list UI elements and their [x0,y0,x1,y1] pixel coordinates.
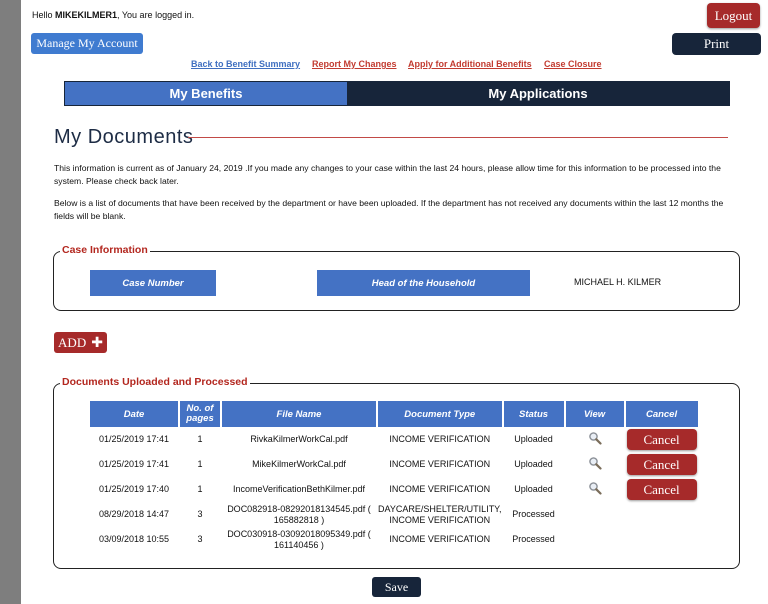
plus-icon: ✚ [91,334,103,351]
row-file-name: DOC030918-03092018095349.pdf ( 161140456… [227,528,371,550]
info-paragraph-currency: This information is current as of Januar… [54,163,721,186]
head-of-household-label: Head of the Household [317,270,530,296]
apply-additional-benefits-link[interactable]: Apply for Additional Benefits [408,59,532,69]
cancel-upload-button[interactable]: Cancel [626,479,697,500]
row-view-cell [566,477,624,502]
row-pages: 3 [197,509,203,519]
table-row: 08/29/2018 14:47 3 DOC082918-0829201813454… [90,502,698,527]
row-pages: 1 [197,434,203,444]
row-file-name: IncomeVerificationBethKilmer.pdf [232,484,366,494]
page-title: My Documents [54,126,194,148]
add-document-button[interactable]: ADD ✚ [54,332,107,353]
info-paragraph-documents: Below is a list of documents that have b… [54,198,724,221]
documents-table: Date No. of pages File Name Document Typ… [88,401,700,552]
main-tabs: My Benefits My Applications [64,81,730,106]
row-document-type: DAYCARE/SHELTER/UTILITY, INCOME VERIFICA… [378,503,502,525]
row-file-name: DOC082918-08292018134545.pdf ( 165882818… [227,503,371,525]
column-header-file-name: File Name [222,401,376,427]
row-file-name: MikeKilmerWorkCal.pdf [252,459,346,469]
back-to-benefit-summary-link[interactable]: Back to Benefit Summary [191,59,300,69]
row-view-cell [566,452,624,477]
case-information-legend: Case Information [60,244,150,256]
cancel-upload-button[interactable]: Cancel [626,454,697,475]
row-date: 01/25/2019 17:41 [98,459,170,469]
login-greeting: Hello MIKEKILMER1, You are logged in. [32,10,195,20]
row-cancel-cell [626,502,698,527]
table-row: 03/09/2018 10:55 3 DOC030918-0309201809534… [90,527,698,552]
row-document-type: INCOME VERIFICATION [389,534,491,544]
username: MIKEKILMER1 [55,10,118,20]
logout-button[interactable]: Logout [707,3,760,28]
magnifier-view-icon[interactable] [588,481,602,495]
row-document-type: INCOME VERIFICATION [389,434,491,444]
row-pages: 1 [197,459,203,469]
row-cancel-cell: Cancel [626,477,698,502]
case-closure-link[interactable]: Case Closure [544,59,602,69]
column-header-status: Status [503,401,564,427]
row-view-cell [566,427,624,452]
manage-account-button[interactable]: Manage My Account [31,33,143,54]
tab-my-benefits[interactable]: My Benefits [65,82,347,105]
case-number-label: Case Number [90,270,216,296]
row-view-cell [566,502,624,527]
title-divider [188,137,728,138]
row-pages: 3 [197,534,203,544]
row-cancel-cell: Cancel [626,452,698,477]
magnifier-view-icon[interactable] [588,456,602,470]
table-row: 01/25/2019 17:40 1 IncomeVerificationBethK… [90,477,698,502]
row-document-type: INCOME VERIFICATION [389,484,491,494]
left-sidebar-strip [0,0,21,604]
cancel-upload-button[interactable]: Cancel [626,429,697,450]
row-status: Uploaded [514,434,553,444]
column-header-pages: No. of pages [180,401,220,427]
column-header-view: View [565,401,624,427]
row-status: Uploaded [514,459,553,469]
column-header-date: Date [90,401,178,427]
row-date: 01/25/2019 17:41 [98,434,170,444]
column-header-document-type: Document Type [378,401,502,427]
row-document-type: INCOME VERIFICATION [389,459,491,469]
table-header-row: Date No. of pages File Name Document Typ… [90,401,698,427]
table-row: 01/25/2019 17:41 1 RivkaKilmerWorkCal.pdf I… [90,427,698,452]
report-my-changes-link[interactable]: Report My Changes [312,59,397,69]
row-status: Processed [512,509,555,519]
row-date: 08/29/2018 14:47 [98,509,170,519]
column-header-cancel: Cancel [625,401,698,427]
row-date: 01/25/2019 17:40 [98,484,170,494]
row-date: 03/09/2018 10:55 [98,534,170,544]
row-cancel-cell: Cancel [626,427,698,452]
documents-legend: Documents Uploaded and Processed [60,376,250,388]
row-pages: 1 [197,484,203,494]
row-file-name: RivkaKilmerWorkCal.pdf [250,434,348,444]
save-button[interactable]: Save [372,577,421,597]
table-row: 01/25/2019 17:41 1 MikeKilmerWorkCal.pdf IN… [90,452,698,477]
row-status: Uploaded [514,484,553,494]
magnifier-view-icon[interactable] [588,431,602,445]
row-cancel-cell [626,527,698,552]
head-of-household-value: MICHAEL H. KILMER [574,277,662,287]
row-status: Processed [512,534,555,544]
tab-my-applications[interactable]: My Applications [347,82,729,105]
row-view-cell [566,527,624,552]
print-button[interactable]: Print [672,33,761,55]
